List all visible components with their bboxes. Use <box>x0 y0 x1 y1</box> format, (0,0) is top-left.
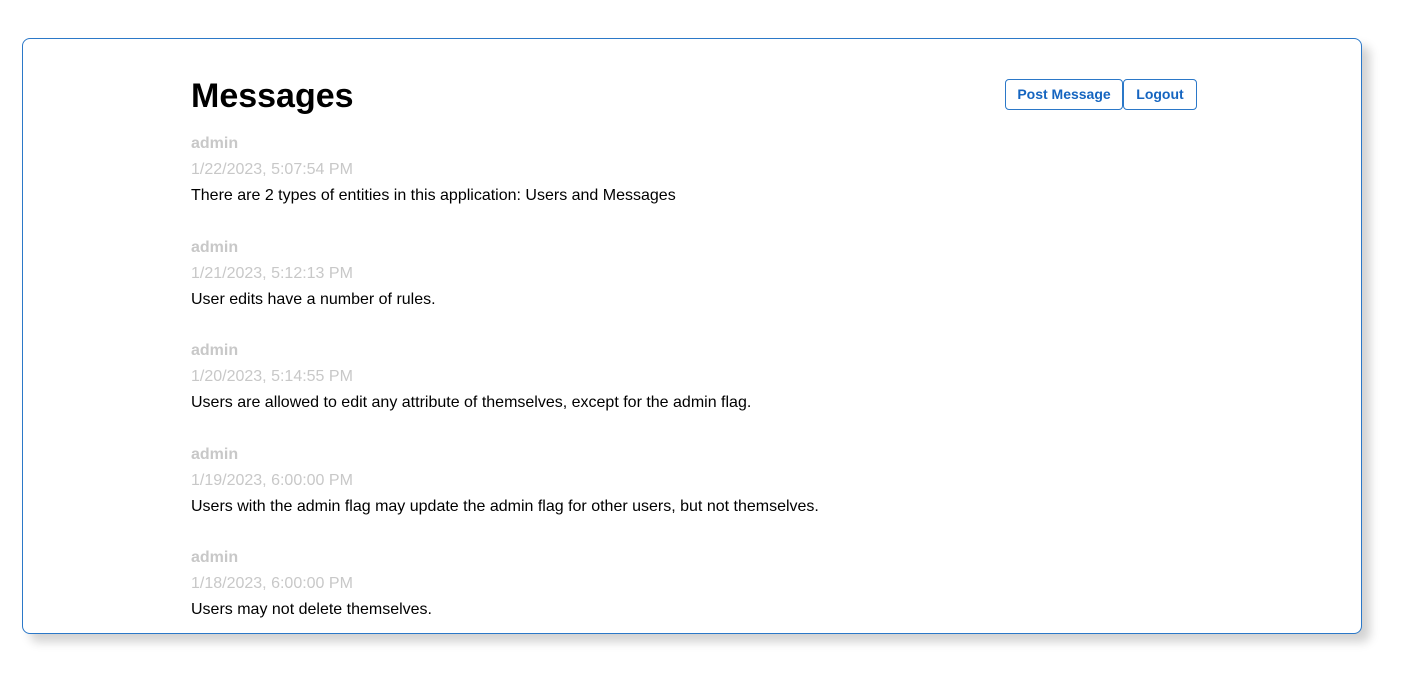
logout-button[interactable]: Logout <box>1123 79 1197 110</box>
message-item: admin 1/22/2023, 5:07:54 PM There are 2 … <box>191 131 1197 235</box>
message-item: admin 1/20/2023, 5:14:55 PM Users are al… <box>191 338 1197 442</box>
message-author: admin <box>191 135 239 152</box>
message-timestamp: 1/22/2023, 5:07:54 PM <box>191 161 353 178</box>
message-author: admin <box>191 238 239 256</box>
messages-panel: Messages Post Message Logout admin 1/22/… <box>22 38 1362 634</box>
message-item: admin 1/19/2023, 6:00:00 PM Users with t… <box>191 442 1197 546</box>
header-actions: Post Message Logout <box>1005 79 1197 110</box>
page-header: Messages Post Message Logout <box>191 39 1197 131</box>
message-list: admin 1/22/2023, 5:07:54 PM There are 2 … <box>191 131 1197 633</box>
message-item: admin 1/18/2023, 6:00:00 PM Users may no… <box>191 545 1197 633</box>
message-timestamp: 1/19/2023, 6:00:00 PM <box>191 471 353 489</box>
message-body: User edits have a number of rules. <box>191 290 436 308</box>
message-body: There are 2 types of entities in this ap… <box>191 187 676 204</box>
message-author: admin <box>191 342 239 359</box>
message-body: Users are allowed to edit any attribute … <box>191 394 752 411</box>
page-title: Messages <box>191 77 354 115</box>
message-body: Users with the admin flag may update the… <box>191 497 819 515</box>
message-timestamp: 1/18/2023, 6:00:00 PM <box>191 575 353 592</box>
message-author: admin <box>191 549 239 566</box>
message-timestamp: 1/21/2023, 5:12:13 PM <box>191 264 353 282</box>
message-body: Users may not delete themselves. <box>191 601 432 618</box>
post-message-button[interactable]: Post Message <box>1005 79 1123 110</box>
messages-content: Messages Post Message Logout admin 1/22/… <box>191 39 1197 633</box>
message-item: admin 1/21/2023, 5:12:13 PM User edits h… <box>191 235 1197 339</box>
message-timestamp: 1/20/2023, 5:14:55 PM <box>191 368 353 385</box>
message-author: admin <box>191 445 239 463</box>
